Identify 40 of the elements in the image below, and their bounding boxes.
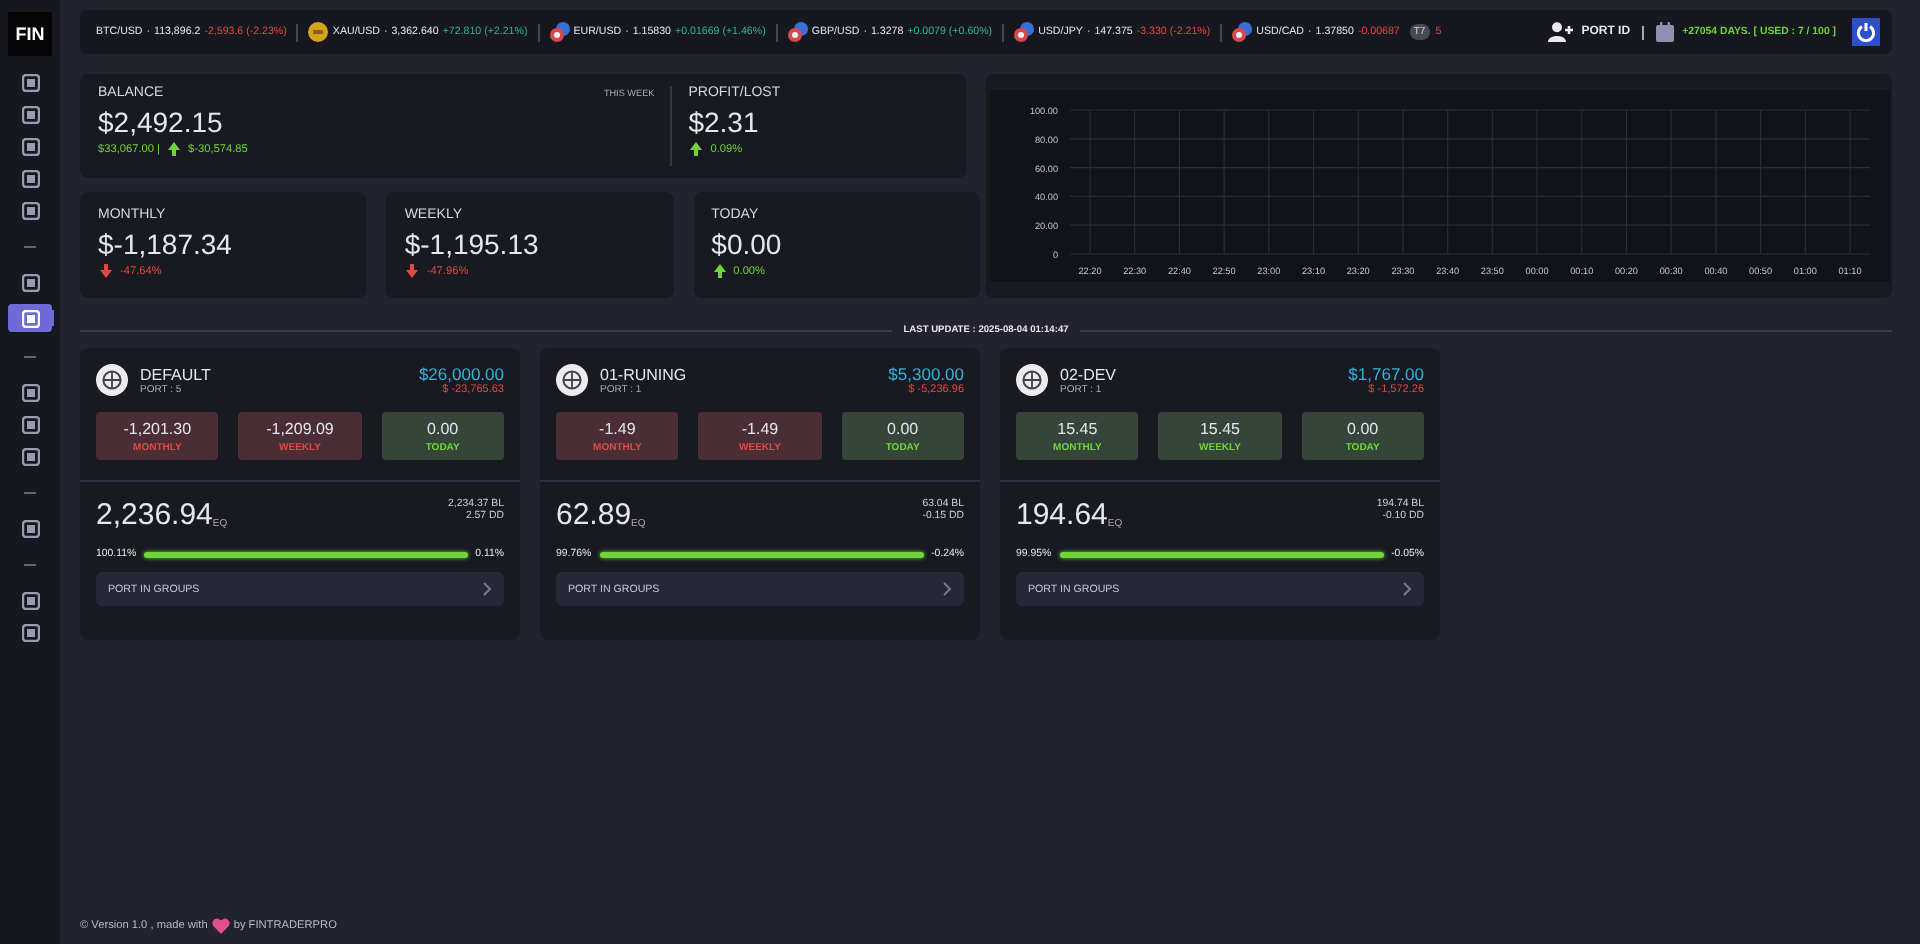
equity-value: 62.89 (556, 498, 632, 532)
user-add-icon[interactable] (1547, 22, 1574, 42)
power-button[interactable] (1852, 18, 1880, 46)
stat-value: -1.49 (741, 419, 779, 437)
globe-icon (556, 364, 588, 396)
flags-icon (549, 22, 570, 42)
portfolio-name: 02-DEV (1060, 365, 1119, 383)
chevron-right-icon (942, 582, 952, 596)
coin-icon (308, 22, 329, 42)
logo[interactable]: FIN (8, 12, 52, 56)
heart-icon (211, 918, 230, 934)
portfolio-name: 01-RUNING (600, 365, 689, 383)
stat-value: 15.45 (1199, 419, 1240, 437)
stat-value: -1,201.30 (123, 419, 192, 437)
equity-value: 2,236.94 (96, 498, 213, 532)
stat-value: 0.00 (427, 419, 459, 437)
profit-value: $2.31 (688, 106, 761, 138)
flags-icon (787, 22, 808, 42)
period-value: $-1,187.34 (98, 228, 234, 260)
stat-value: -1.49 (599, 419, 636, 437)
period-value: $0.00 (711, 228, 784, 260)
stat-value: -1,209.09 (266, 419, 334, 437)
stat-value: 0.00 (1347, 419, 1379, 437)
capital-value: $1,767.00 (1348, 364, 1424, 384)
chevron-right-icon (482, 582, 492, 596)
flags-icon (1232, 22, 1253, 42)
calendar-icon (1656, 22, 1675, 42)
stat-value: 0.00 (887, 419, 919, 437)
portfolio-name: DEFAULT (140, 365, 213, 383)
capital-value: $5,300.00 (888, 364, 964, 384)
flags-icon (1014, 22, 1035, 42)
globe-icon (1016, 364, 1048, 396)
balance-value: $2,492.15 (98, 106, 225, 138)
stat-value: 15.45 (1057, 419, 1098, 437)
globe-icon (96, 364, 128, 396)
equity-value: 194.64 (1016, 498, 1108, 532)
chevron-right-icon (1402, 582, 1412, 596)
sidebar-icon[interactable] (8, 304, 52, 332)
capital-value: $26,000.00 (418, 364, 504, 384)
period-value: $-1,195.13 (404, 228, 541, 260)
